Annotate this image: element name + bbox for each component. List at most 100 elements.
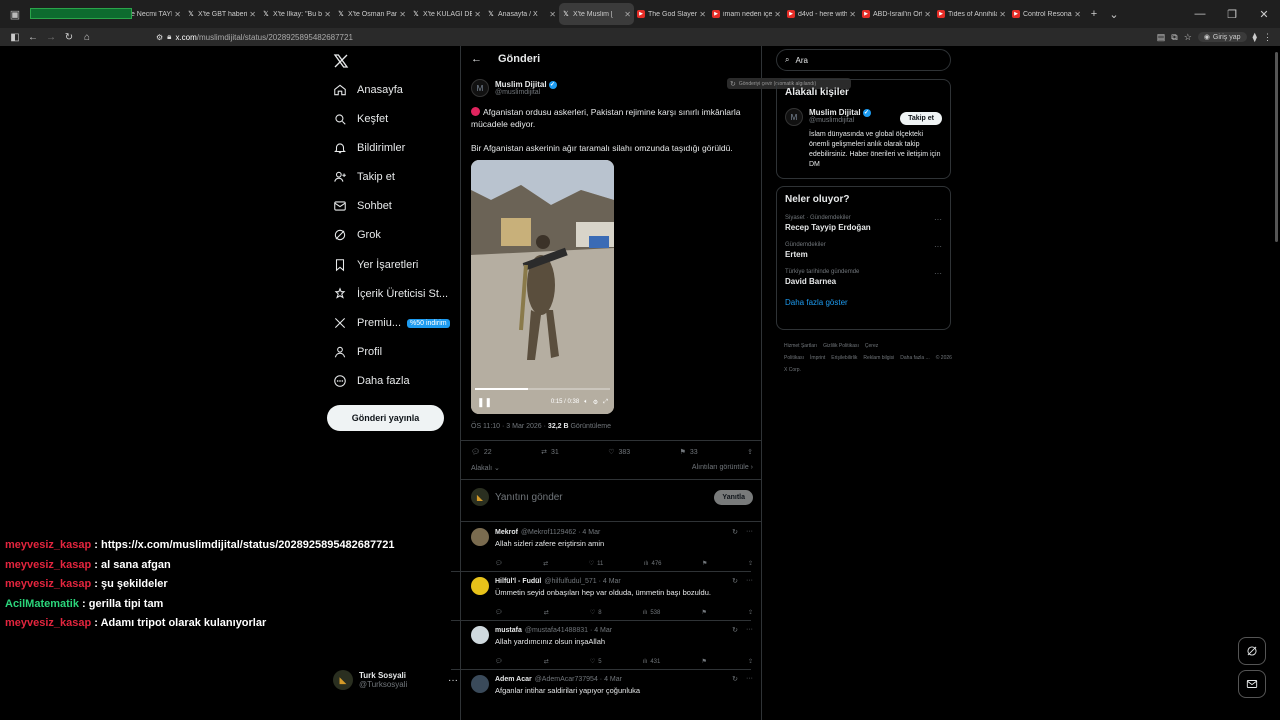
bookmark-action[interactable]: ⚑: [701, 609, 706, 616]
bookmark-action[interactable]: ⚑: [702, 560, 707, 567]
reply-author[interactable]: mustafa: [495, 627, 522, 634]
tab-actions-icon[interactable]: ▣: [4, 3, 26, 25]
footer-link[interactable]: Daha fazla ...: [900, 355, 929, 361]
more-icon[interactable]: ···: [934, 242, 942, 251]
reply-author[interactable]: Adem Acar: [495, 676, 532, 683]
repost-action[interactable]: ⇄: [544, 658, 549, 665]
author-name[interactable]: Muslim Dijital: [495, 80, 547, 89]
nav-item-grok[interactable]: Grok: [333, 228, 381, 242]
tab-close-icon[interactable]: ✕: [624, 10, 631, 19]
chat-username[interactable]: meyvesiz_kasap: [5, 617, 91, 629]
browser-tab[interactable]: 𝕏 X'te İlkay: "Bu bi ✕: [259, 3, 334, 25]
chat-username[interactable]: AcilMatematik: [5, 598, 79, 610]
tab-close-icon[interactable]: ✕: [324, 10, 331, 19]
search-input[interactable]: ⌕ Ara: [776, 49, 951, 71]
grok-button[interactable]: [1238, 637, 1266, 665]
footer-link[interactable]: Hizmet Şartları: [784, 343, 817, 349]
chat-username[interactable]: meyvesiz_kasap: [5, 539, 91, 551]
reply-avatar[interactable]: [471, 675, 489, 693]
like-action[interactable]: ♡ 5: [590, 658, 602, 666]
reply-action[interactable]: 💬︎ 22: [471, 448, 492, 457]
nav-item-premiu-[interactable]: Premiu... %50 indirim: [333, 316, 450, 330]
relevant-avatar[interactable]: M: [785, 108, 803, 126]
maximize-button[interactable]: ❐: [1216, 8, 1248, 21]
tab-close-icon[interactable]: ✕: [549, 10, 556, 19]
minimize-button[interactable]: —: [1184, 8, 1216, 20]
reply-action[interactable]: 💬︎: [495, 658, 503, 665]
bookmark-action[interactable]: ⚑ 33: [680, 448, 698, 457]
author-handle[interactable]: @muslimdijital: [495, 89, 557, 96]
more-icon[interactable]: ···: [746, 528, 753, 536]
screenshot-icon[interactable]: ⧉: [1171, 32, 1177, 43]
browser-tab[interactable]: 𝕏 X'te GBT haberi: "✕: [184, 3, 259, 25]
star-icon[interactable]: ☆: [1184, 32, 1192, 43]
nav-item-yer-i-şaretleri[interactable]: Yer İşaretleri: [333, 258, 418, 272]
relevant-person[interactable]: M Muslim Dijital ✓ @muslimdijital İslam d…: [777, 98, 950, 170]
grok-icon[interactable]: ↻: [732, 577, 738, 585]
bookmark-action[interactable]: ⚑: [701, 658, 706, 665]
chat-username[interactable]: meyvesiz_kasap: [5, 578, 91, 590]
reply-avatar[interactable]: [471, 577, 489, 595]
tab-close-icon[interactable]: ✕: [174, 10, 181, 19]
trend-item[interactable]: Türkiye tarihinde gündemde David Barnea ··…: [777, 259, 950, 286]
views-action[interactable]: ılı 476: [644, 560, 662, 567]
relevant-name[interactable]: Muslim Dijital: [809, 108, 861, 117]
browser-tab[interactable]: 𝕏 Anasayfa / X ✕: [484, 3, 559, 25]
follow-button[interactable]: Takip et: [900, 112, 942, 125]
site-info-icon[interactable]: ⚙: [156, 33, 163, 42]
reader-icon[interactable]: ▤: [1157, 32, 1166, 43]
fullscreen-icon[interactable]: ⤢: [603, 399, 608, 406]
tab-close-icon[interactable]: ✕: [699, 10, 706, 19]
reply-action[interactable]: 💬︎: [495, 560, 503, 567]
view-quotes[interactable]: Alıntıları görüntüle ›: [692, 464, 753, 472]
tab-list-button[interactable]: ⌄: [1104, 8, 1124, 21]
more-icon[interactable]: ···: [746, 577, 753, 585]
nav-item-anasayfa[interactable]: Anasayfa: [333, 83, 403, 97]
nav-item-profil[interactable]: Profil: [333, 345, 382, 359]
tab-close-icon[interactable]: ✕: [924, 10, 931, 19]
browser-tab[interactable]: 𝕏 X'te KULAĞI DELİ✕: [409, 3, 484, 25]
browser-tab[interactable]: ▶ Control Resonant ✕: [1009, 3, 1084, 25]
footer-link[interactable]: Erişilebilirlik: [831, 355, 857, 361]
like-action[interactable]: ♡ 11: [589, 560, 604, 568]
reload-button[interactable]: ↻: [60, 32, 78, 43]
reply-submit-button[interactable]: Yanıtla: [714, 489, 753, 505]
trend-item[interactable]: Siyaset · Gündemdekiler Recep Tayyip Erdo…: [777, 205, 950, 232]
repost-action[interactable]: ⇄: [544, 609, 549, 616]
nav-item-takip-et[interactable]: Takip et: [333, 170, 395, 184]
author-avatar[interactable]: M: [471, 79, 489, 97]
url-field[interactable]: ⚙ 🔒︎ x.com/muslimdijital/status/20289258…: [156, 32, 353, 42]
forward-button[interactable]: →: [42, 32, 60, 43]
tab-close-icon[interactable]: ✕: [399, 10, 406, 19]
reply-author[interactable]: Mekrof: [495, 529, 518, 536]
home-button[interactable]: ⌂: [78, 32, 96, 43]
more-icon[interactable]: ···: [746, 626, 753, 634]
grok-icon[interactable]: ↻: [732, 675, 738, 683]
footer-link[interactable]: İmprint: [810, 355, 825, 361]
settings-icon[interactable]: ⚙: [593, 399, 598, 406]
share-action[interactable]: ⇪: [748, 658, 753, 665]
nav-item-sohbet[interactable]: Sohbet: [333, 199, 392, 213]
footer-link[interactable]: Gizlilik Politikası: [823, 343, 859, 349]
browser-tab[interactable]: ▶ imam neden içer ✕: [709, 3, 784, 25]
reply-action[interactable]: 💬︎: [495, 609, 503, 616]
tab-close-icon[interactable]: ✕: [249, 10, 256, 19]
sort-relevant[interactable]: Alakalı ⌄: [471, 464, 500, 472]
pause-icon[interactable]: ❚❚: [477, 397, 492, 408]
new-tab-button[interactable]: +: [1084, 8, 1104, 20]
reply-item[interactable]: mustafa @mustafa41488831 · 4 Mar ↻ ··· Allah…: [471, 626, 753, 665]
trend-item[interactable]: Gündemdekiler Ertem ···: [777, 232, 950, 259]
post-button[interactable]: Gönderi yayınla: [327, 405, 444, 431]
back-arrow-icon[interactable]: ←: [471, 53, 482, 65]
reply-avatar[interactable]: [471, 528, 489, 546]
tab-close-icon[interactable]: ✕: [999, 10, 1006, 19]
like-action[interactable]: ♡ 383: [608, 448, 630, 457]
reply-item[interactable]: Hilfül'l - Fudül @hilfulfudul_571 · 4 Mar…: [471, 577, 753, 616]
more-icon[interactable]: ···: [934, 269, 942, 278]
reply-author[interactable]: Hilfül'l - Fudül: [495, 578, 541, 585]
post-video[interactable]: ❚❚ 0:15 / 0:38 🔈︎ ⚙ ⤢: [471, 160, 614, 414]
profile-button[interactable]: ◉ Giriş yap: [1197, 32, 1247, 42]
account-switcher[interactable]: ◣ Turk Sosyali @Turksosyali ···: [333, 670, 458, 690]
nav-item-bildirimler[interactable]: Bildirimler: [333, 141, 405, 155]
post-author[interactable]: M Muslim Dijital ✓ @muslimdijital: [471, 79, 557, 97]
